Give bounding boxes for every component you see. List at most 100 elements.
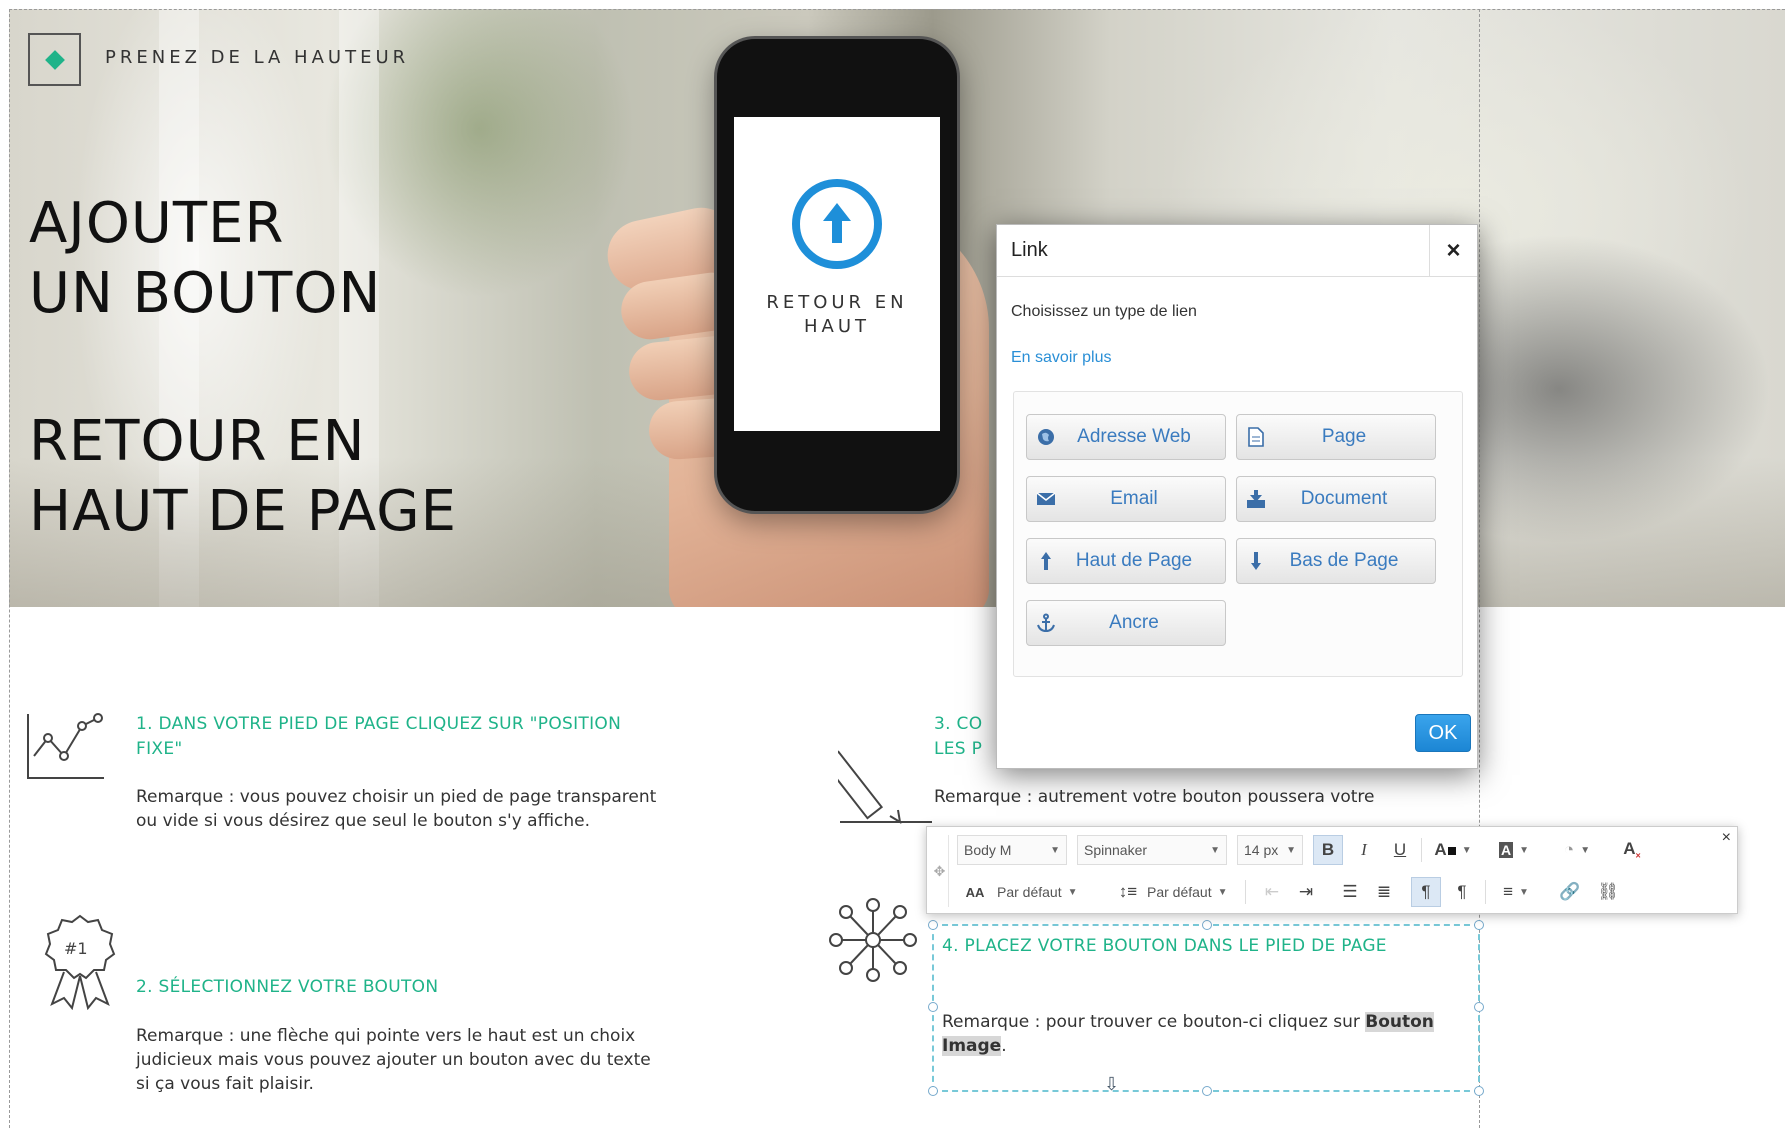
rtl-paragraph-icon[interactable]: ¶ bbox=[1447, 877, 1477, 907]
text-color-button[interactable]: A ▼ bbox=[1431, 835, 1475, 865]
text-formatting-toolbar: × ✥ Body M ▼ Spinnaker ▼ 14 px ▼ B I U A ▼ A… bbox=[926, 826, 1738, 914]
arrow-up-icon bbox=[1027, 551, 1065, 571]
link-icon[interactable]: 🔗 bbox=[1555, 877, 1585, 907]
svg-text:#1: #1 bbox=[64, 939, 88, 958]
highlight-color-button[interactable]: A ▼ bbox=[1487, 835, 1541, 865]
bold-button[interactable]: B bbox=[1313, 835, 1343, 865]
link-top-button[interactable]: Haut de Page bbox=[1026, 538, 1226, 584]
indent-icon[interactable]: ⇥ bbox=[1291, 877, 1321, 907]
layout-guide bbox=[9, 9, 10, 1128]
download-icon bbox=[1237, 489, 1275, 509]
envelope-icon bbox=[1027, 492, 1065, 506]
diamond-icon bbox=[44, 49, 65, 70]
layout-guide bbox=[9, 9, 1785, 10]
link-dialog: Link × Choisissez un type de lien En sav… bbox=[996, 224, 1478, 769]
hero-banner: PRENEZ DE LA HAUTEUR AJOUTER UN BOUTON R… bbox=[9, 9, 1785, 607]
toolbar-divider bbox=[1245, 880, 1246, 904]
unlink-icon[interactable]: ⛓ bbox=[1593, 877, 1623, 907]
resize-handle[interactable] bbox=[928, 920, 938, 930]
bell-icon: ◔ bbox=[1563, 840, 1575, 859]
line-height-select[interactable]: Par défaut ▼ bbox=[1147, 877, 1237, 907]
brand-logo bbox=[28, 33, 81, 86]
chevron-down-icon: ▼ bbox=[1519, 844, 1530, 856]
outdent-icon[interactable]: ⇤ bbox=[1257, 877, 1287, 907]
dialog-prompt: Choisissez un type de lien bbox=[1011, 303, 1197, 320]
move-handle-icon[interactable]: ✥ bbox=[931, 835, 949, 907]
brand-name: PRENEZ DE LA HAUTEUR bbox=[105, 47, 410, 68]
link-top-label: Haut de Page bbox=[1075, 550, 1193, 571]
link-anchor-label: Ancre bbox=[1109, 612, 1159, 633]
underline-button[interactable]: U bbox=[1385, 835, 1415, 865]
line-chart-icon bbox=[26, 712, 106, 785]
chevron-down-icon: ▼ bbox=[1519, 886, 1529, 898]
ok-button[interactable]: OK bbox=[1415, 714, 1471, 752]
link-document-button[interactable]: Document bbox=[1236, 476, 1436, 522]
resize-handle[interactable] bbox=[1202, 1086, 1212, 1096]
align-left-icon: ≡ bbox=[1503, 882, 1513, 901]
link-email-button[interactable]: Email bbox=[1026, 476, 1226, 522]
resize-handle[interactable] bbox=[928, 1002, 938, 1012]
link-bottom-button[interactable]: Bas de Page bbox=[1236, 538, 1436, 584]
step-4-title: 4. PLACEZ VOTRE BOUTON DANS LE PIED DE P… bbox=[942, 936, 1387, 956]
dialog-title: Link bbox=[1011, 239, 1048, 261]
step-2-title: 2. SÉLECTIONNEZ VOTRE BOUTON bbox=[136, 977, 439, 997]
resize-handle[interactable] bbox=[928, 1086, 938, 1096]
resize-handle[interactable] bbox=[1474, 1002, 1484, 1012]
step-4-text-after: . bbox=[1001, 1036, 1007, 1056]
chevron-down-icon: ▼ bbox=[1286, 844, 1296, 856]
toolbar-divider bbox=[1421, 838, 1422, 862]
link-web-label: Adresse Web bbox=[1077, 426, 1191, 447]
ltr-paragraph-icon[interactable]: ¶ bbox=[1411, 877, 1441, 907]
dialog-header: Link × bbox=[997, 225, 1477, 277]
network-icon bbox=[828, 898, 918, 987]
chevron-down-icon: ▼ bbox=[1067, 886, 1078, 898]
close-icon[interactable]: × bbox=[1429, 225, 1477, 277]
align-button[interactable]: ≡ ▼ bbox=[1493, 877, 1539, 907]
link-page-label: Page bbox=[1321, 426, 1367, 447]
close-icon[interactable]: × bbox=[1722, 829, 1731, 847]
numbered-list-icon[interactable]: ≣ bbox=[1369, 877, 1399, 907]
font-size-value: 14 px bbox=[1244, 842, 1279, 858]
line-height-icon: ↕≡ bbox=[1118, 882, 1138, 901]
chevron-down-icon: ▼ bbox=[1461, 844, 1472, 856]
clear-format-button[interactable]: A× bbox=[1617, 835, 1647, 865]
step-3-text: Remarque : autrement votre bouton pousse… bbox=[934, 787, 1375, 807]
arrow-up-circle-icon bbox=[792, 179, 882, 269]
hero-title-line2: RETOUR EN HAUT DE PAGE bbox=[29, 409, 458, 544]
resize-handle[interactable] bbox=[1474, 1086, 1484, 1096]
chevron-down-icon: ▼ bbox=[1210, 844, 1220, 856]
style-select[interactable]: Body M ▼ bbox=[957, 835, 1067, 865]
page-icon bbox=[1237, 427, 1275, 447]
shadow-button[interactable]: ◔ ▼ bbox=[1553, 835, 1601, 865]
chevron-down-icon: ▼ bbox=[1050, 844, 1060, 856]
award-ribbon-icon: #1 bbox=[44, 914, 116, 1015]
text-color-icon: A bbox=[1434, 840, 1456, 860]
step-2-text: Remarque : une flèche qui pointe vers le… bbox=[136, 1026, 651, 1094]
font-select-value: Spinnaker bbox=[1084, 842, 1148, 858]
resize-handle[interactable] bbox=[1474, 920, 1484, 930]
font-select[interactable]: Spinnaker ▼ bbox=[1077, 835, 1227, 865]
bullet-list-icon[interactable]: ☰ bbox=[1335, 877, 1365, 907]
anchor-icon bbox=[1027, 613, 1065, 633]
font-size-select[interactable]: 14 px ▼ bbox=[1237, 835, 1303, 865]
link-web-button[interactable]: Adresse Web bbox=[1026, 414, 1226, 460]
line-height-value: Par défaut bbox=[1147, 884, 1212, 900]
learn-more-link[interactable]: En savoir plus bbox=[1011, 349, 1112, 367]
chevron-down-icon: ▼ bbox=[1580, 844, 1591, 856]
link-document-label: Document bbox=[1300, 488, 1388, 509]
letter-spacing-select[interactable]: Par défaut ▼ bbox=[997, 877, 1087, 907]
resize-handle[interactable] bbox=[1202, 920, 1212, 930]
hero-title-line1: AJOUTER UN BOUTON bbox=[29, 191, 382, 326]
highlight-icon: A bbox=[1498, 842, 1514, 858]
toolbar-divider bbox=[1485, 880, 1486, 904]
link-page-button[interactable]: Page bbox=[1236, 414, 1436, 460]
phone-screen: RETOUR EN HAUT bbox=[734, 117, 940, 431]
italic-button[interactable]: I bbox=[1349, 835, 1379, 865]
chevron-down-icon: ▼ bbox=[1217, 886, 1228, 898]
drag-handle-icon[interactable]: ⇩ bbox=[1104, 1074, 1119, 1095]
link-anchor-button[interactable]: Ancre bbox=[1026, 600, 1226, 646]
link-email-label: Email bbox=[1110, 488, 1158, 509]
step-3-title-line1: 3. CO bbox=[934, 714, 983, 734]
clear-format-icon: A× bbox=[1623, 839, 1641, 861]
letter-spacing-value: Par défaut bbox=[997, 884, 1062, 900]
